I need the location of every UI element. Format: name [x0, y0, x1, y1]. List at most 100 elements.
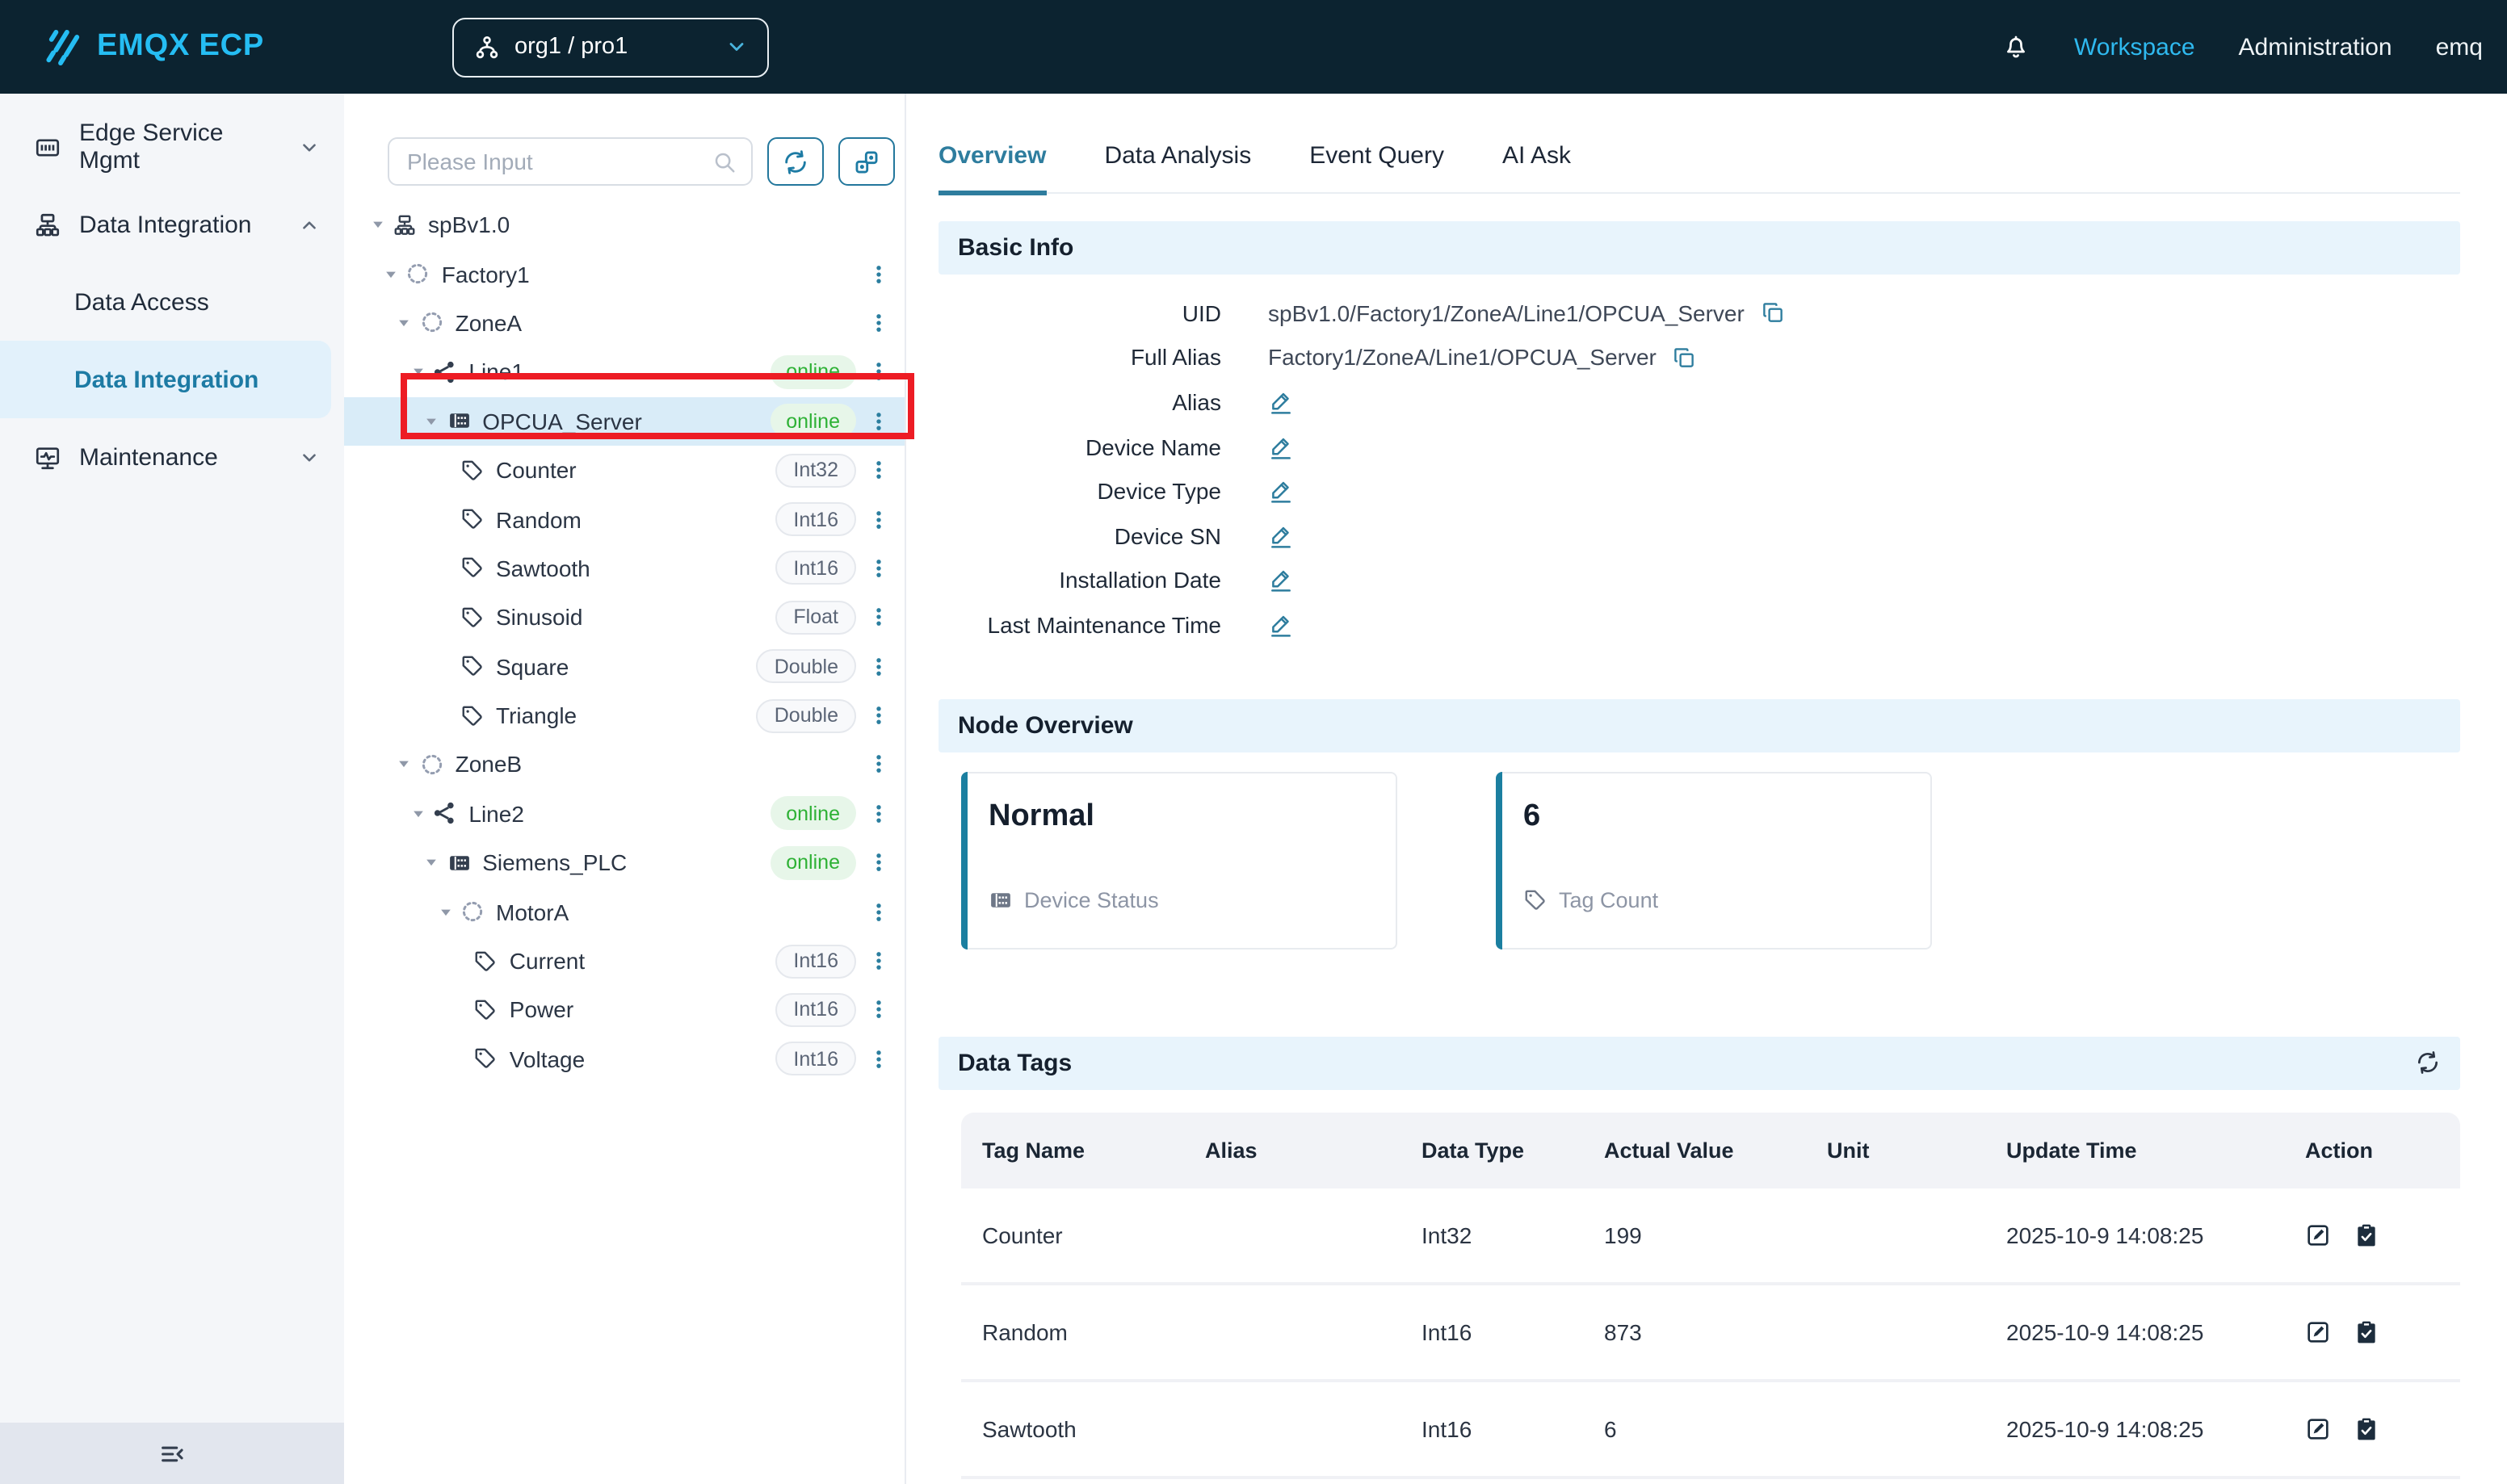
tree-node-Siemens_PLC[interactable]: Siemens_PLConline: [344, 838, 905, 887]
node-overview-cards: Normal Device Status 6 Tag Count: [939, 752, 2460, 979]
info-label: Full Alias: [939, 345, 1221, 371]
plc-icon: [447, 851, 471, 875]
cell-tag_name: Random: [961, 1319, 1184, 1345]
kebab-menu-icon[interactable]: [866, 557, 892, 580]
clipboard-check-icon[interactable]: [2354, 1319, 2379, 1345]
section-title: Data Tags: [958, 1050, 1072, 1077]
org-project-selector[interactable]: org1 / pro1: [451, 17, 768, 77]
tree-node-label: Sinusoid: [496, 605, 582, 631]
kebab-menu-icon[interactable]: [866, 459, 892, 481]
tree-node-ZoneB[interactable]: ZoneB: [344, 740, 905, 790]
edit-pencil-icon[interactable]: [1268, 612, 1294, 638]
tag-icon: [474, 949, 498, 973]
tree-search-input[interactable]: [407, 149, 703, 174]
copy-icon[interactable]: [1761, 301, 1785, 325]
chevron-up-icon: [299, 214, 320, 235]
kebab-menu-icon[interactable]: [866, 1048, 892, 1071]
tree-node-Sawtooth[interactable]: Sawtooth Int16: [344, 543, 905, 593]
column-header: Alias: [1184, 1138, 1400, 1163]
column-header: Tag Name: [961, 1138, 1184, 1163]
kebab-menu-icon[interactable]: [866, 410, 892, 433]
sidebar-item-data-integration[interactable]: Data Integration: [0, 186, 344, 263]
nav-workspace[interactable]: Workspace: [2074, 33, 2195, 61]
write-tag-icon[interactable]: [2305, 1416, 2331, 1442]
data-tags-section: Data Tags Tag NameAliasData TypeActual V…: [939, 1037, 2460, 1479]
kebab-menu-icon[interactable]: [866, 753, 892, 776]
write-tag-icon[interactable]: [2305, 1222, 2331, 1248]
kebab-menu-icon[interactable]: [866, 803, 892, 825]
caret-down-icon[interactable]: [394, 315, 415, 331]
tree-node-Line1[interactable]: Line1online: [344, 347, 905, 396]
tree-refresh-button[interactable]: [767, 137, 824, 186]
edit-pencil-icon[interactable]: [1268, 478, 1294, 504]
caret-down-icon[interactable]: [421, 413, 442, 430]
nav-administration[interactable]: Administration: [2239, 33, 2392, 61]
tree-node-Random[interactable]: RandomInt16: [344, 495, 905, 544]
datatype-badge: Int16: [775, 551, 856, 585]
tree-node-label: Sawtooth: [496, 555, 590, 581]
caret-down-icon[interactable]: [394, 757, 415, 773]
caret-down-icon[interactable]: [367, 216, 388, 233]
kebab-menu-icon[interactable]: [866, 999, 892, 1021]
sidebar-item-maintenance[interactable]: Maintenance: [0, 418, 344, 496]
tree-sync-button[interactable]: [838, 137, 895, 186]
datatype-badge: Int16: [775, 993, 856, 1027]
tab-overview[interactable]: Overview: [939, 142, 1046, 195]
kebab-menu-icon[interactable]: [866, 508, 892, 530]
kebab-menu-icon[interactable]: [866, 900, 892, 923]
kebab-menu-icon[interactable]: [866, 312, 892, 334]
caret-down-icon[interactable]: [407, 364, 428, 380]
tree-node-label: spBv1.0: [428, 212, 510, 237]
edit-pencil-icon[interactable]: [1268, 434, 1294, 459]
kebab-menu-icon[interactable]: [866, 361, 892, 384]
tree-node-Triangle[interactable]: TriangleDouble: [344, 691, 905, 740]
tree-node-Line2[interactable]: Line2online: [344, 789, 905, 838]
copy-icon[interactable]: [1673, 346, 1697, 370]
tab-event-query[interactable]: Event Query: [1309, 142, 1444, 195]
tree-node-Voltage[interactable]: VoltageInt16: [344, 1034, 905, 1084]
tree-node-OPCUA_Server[interactable]: OPCUA_Serveronline: [344, 396, 905, 446]
cell-tag_name: Counter: [961, 1222, 1184, 1248]
tab-ai-ask[interactable]: AI Ask: [1502, 142, 1571, 195]
kebab-menu-icon[interactable]: [866, 262, 892, 285]
sidebar-item-edge-service-mgmt[interactable]: Edge Service Mgmt: [0, 108, 344, 186]
device-status-label-row: Device Status: [989, 888, 1159, 912]
tree-node-Current[interactable]: CurrentInt16: [344, 937, 905, 986]
kebab-menu-icon[interactable]: [866, 950, 892, 972]
node-overview-header: Node Overview: [939, 699, 2460, 752]
tree-node-Sinusoid[interactable]: SinusoidFloat: [344, 593, 905, 642]
tree-node-Factory1[interactable]: Factory1: [344, 249, 905, 299]
tab-data-analysis[interactable]: Data Analysis: [1104, 142, 1251, 195]
write-tag-icon[interactable]: [2305, 1319, 2331, 1345]
tree-node-Square[interactable]: SquareDouble: [344, 642, 905, 691]
caret-down-icon[interactable]: [435, 903, 456, 920]
dashed-circle-icon: [460, 899, 485, 924]
edit-pencil-icon[interactable]: [1268, 568, 1294, 593]
sidebar-subitem-data-access[interactable]: Data Access: [0, 263, 344, 341]
kebab-menu-icon[interactable]: [866, 655, 892, 677]
kebab-menu-icon[interactable]: [866, 852, 892, 874]
tree-node-Counter[interactable]: CounterInt32: [344, 446, 905, 495]
caret-down-icon[interactable]: [421, 855, 442, 871]
collapse-sidebar-icon[interactable]: [158, 1440, 186, 1467]
tag-icon: [460, 606, 485, 630]
caret-down-icon[interactable]: [407, 806, 428, 822]
kebab-menu-icon[interactable]: [866, 704, 892, 727]
edit-pencil-icon[interactable]: [1268, 389, 1294, 415]
bell-icon[interactable]: [2001, 32, 2030, 61]
kebab-menu-icon[interactable]: [866, 606, 892, 629]
tree-node-Power[interactable]: PowerInt16: [344, 986, 905, 1035]
basic-info-row: Full AliasFactory1/ZoneA/Line1/OPCUA_Ser…: [939, 335, 2460, 379]
clipboard-check-icon[interactable]: [2354, 1416, 2379, 1442]
nav-user-menu[interactable]: emq: [2436, 33, 2483, 61]
table-refresh-icon[interactable]: [2415, 1050, 2441, 1076]
clipboard-check-icon[interactable]: [2354, 1222, 2379, 1248]
caret-down-icon[interactable]: [380, 266, 401, 282]
edit-pencil-icon[interactable]: [1268, 523, 1294, 549]
tree-node-ZoneA[interactable]: ZoneA: [344, 299, 905, 348]
sidebar-subitem-data-integration[interactable]: Data Integration: [0, 341, 331, 418]
search-icon: [712, 149, 737, 174]
datatype-badge: Int16: [775, 1042, 856, 1076]
tree-node-MotorA[interactable]: MotorA: [344, 887, 905, 937]
tree-node-spBv1.0[interactable]: spBv1.0: [344, 200, 905, 249]
